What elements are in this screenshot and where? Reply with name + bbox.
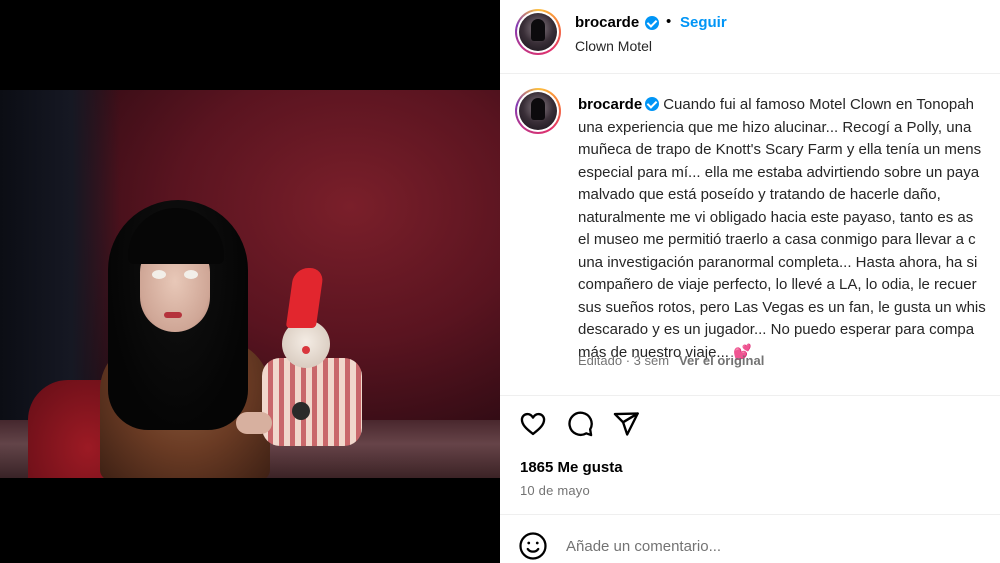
post-caption: brocarde Cuando fui al famoso Motel Clown… [578,94,1000,364]
avatar-image [519,92,557,130]
caption-line: muñeca de trapo de Knott's Scary Farm y … [578,141,982,158]
post-date[interactable]: 10 de mayo [520,483,590,498]
comment-bar [500,514,1000,563]
post-photo [0,90,500,478]
photo-clown-doll-nose [302,346,310,354]
verified-badge-icon [645,16,659,30]
follow-button[interactable]: Seguir [680,14,727,31]
caption-text: Cuando fui al famoso Motel Clown en Tono… [663,96,974,113]
comment-input[interactable] [566,533,966,559]
photo-hand [236,412,272,434]
photo-eye-left [152,270,166,279]
caption-line: una investigación paranormal completa...… [578,253,978,271]
caption-line: compañero de viaje perfecto, lo llevé a … [578,276,977,293]
caption-line: una experiencia que me hizo alucinar... … [578,118,972,136]
post-details-panel: brocarde • Seguir Clown Motel brocarde Cu… [500,0,1000,563]
photo-clown-doll-body [262,358,362,446]
caption-line: brocarde Cuando fui al famoso Motel Clown… [578,94,1000,117]
caption-meta: Editado · 3 sem Ver el original [578,353,764,368]
caption-line: el museo me permitió traerlo a casa conm… [578,231,976,248]
avatar-image [519,13,557,51]
photo-clown-doll-pompom [292,402,310,420]
caption-line: sus sueños rotos, pero Las Vegas es un f… [578,298,986,316]
caption-line: especial para mí... ella me estaba advir… [578,163,980,181]
caption-section: brocarde Cuando fui al famoso Motel Clown… [500,74,1000,396]
verified-badge-icon [645,97,660,111]
post-location[interactable]: Clown Motel [575,38,652,54]
emoji-icon[interactable] [518,531,548,561]
author-avatar[interactable] [515,9,561,55]
like-count[interactable]: 1865 Me gusta [520,459,623,476]
edited-timestamp: Editado · 3 sem [578,353,670,368]
caption-author-avatar[interactable] [515,88,561,134]
send-icon[interactable] [612,410,640,438]
caption-username[interactable]: brocarde [578,96,642,113]
photo-eye-right [184,270,198,279]
post-header: brocarde • Seguir Clown Motel [500,0,1000,74]
caption-line: malvado que está poseído y tratando de h… [578,186,941,203]
see-original-link[interactable]: Ver el original [679,353,764,368]
author-username[interactable]: brocarde [575,14,639,31]
photo-lips [164,312,182,318]
photo-clown-doll-hat [285,268,325,328]
action-bar [500,396,1000,452]
post-media[interactable] [0,0,500,563]
header-separator: • [666,13,672,30]
caption-line: naturalmente me vi obligado hacia este p… [578,208,974,226]
caption-line: descarado y es un jugador... No puedo es… [578,321,975,338]
comment-icon[interactable] [566,410,594,438]
heart-icon[interactable] [519,410,547,438]
